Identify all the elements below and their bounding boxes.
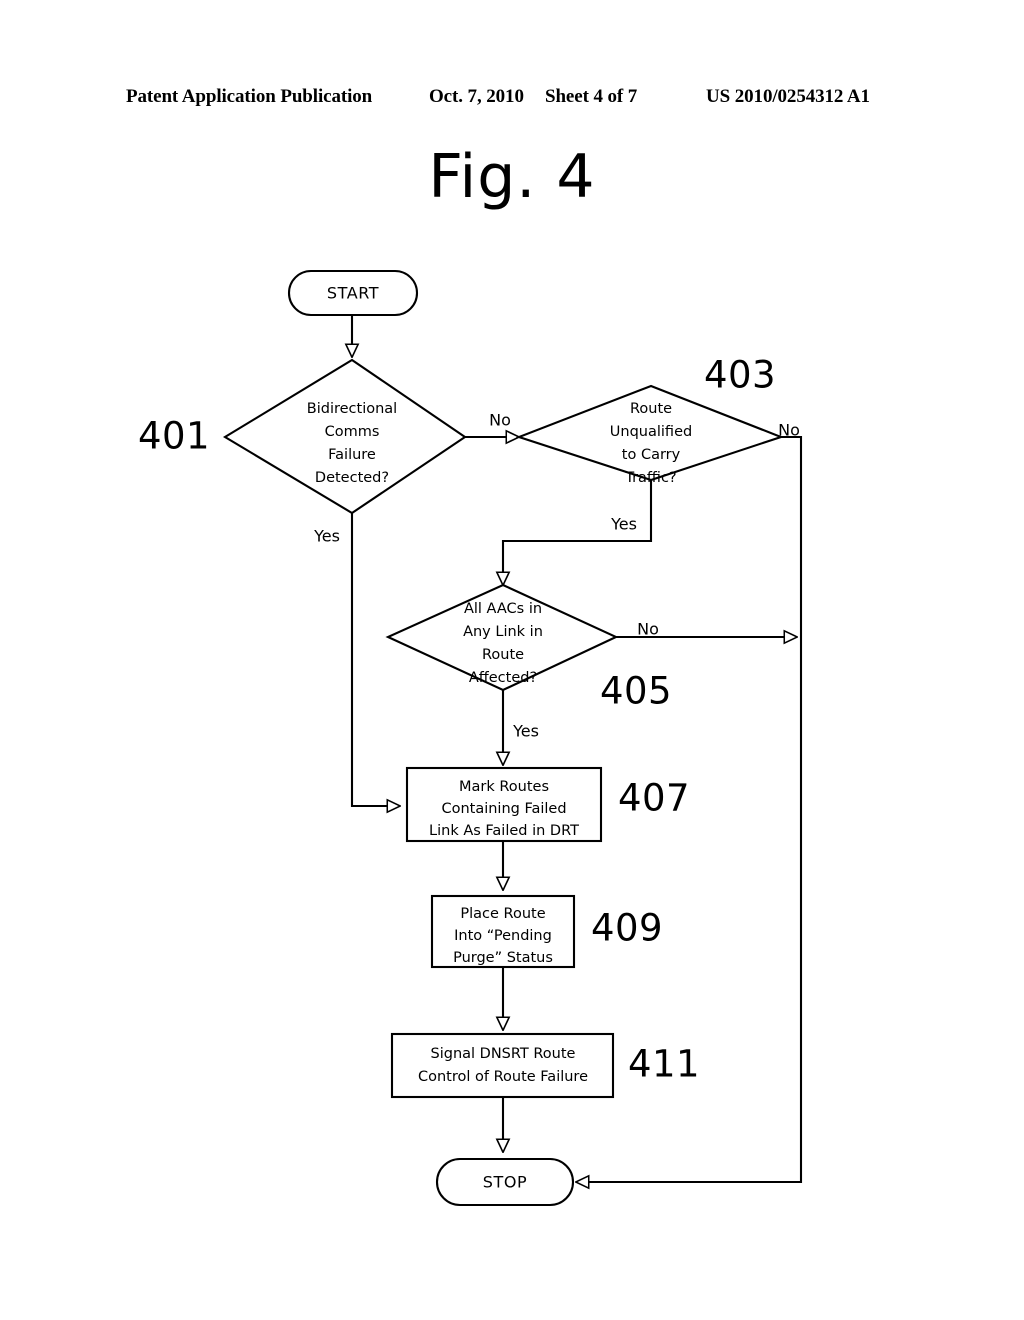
node-process-409: Place Route Into “Pending Purge” Status bbox=[430, 894, 576, 969]
ref-label-409: 409 bbox=[591, 907, 663, 950]
stop-label: STOP bbox=[483, 1173, 528, 1192]
process-411-line2: Control of Route Failure bbox=[418, 1069, 588, 1085]
process-409-line3: Purge” Status bbox=[453, 950, 553, 966]
node-start: START bbox=[287, 269, 419, 317]
decision-403-line3: to Carry bbox=[622, 447, 681, 463]
node-process-411: Signal DNSRT Route Control of Route Fail… bbox=[390, 1032, 615, 1099]
process-407-line1: Mark Routes bbox=[459, 779, 549, 795]
process-409-line1: Place Route bbox=[460, 906, 545, 922]
node-decision-401: Bidirectional Comms Failure Detected? bbox=[222, 358, 467, 515]
process-411-line1: Signal DNSRT Route bbox=[431, 1046, 576, 1062]
decision-405-line2: Any Link in bbox=[463, 624, 543, 640]
decision-401-line1: Bidirectional bbox=[307, 401, 397, 417]
node-decision-405: All AACs in Any Link in Route Affected? bbox=[385, 583, 619, 692]
edge-label-no-401-403: No bbox=[489, 411, 511, 430]
decision-401-line4: Detected? bbox=[315, 470, 389, 486]
ref-label-407: 407 bbox=[618, 777, 690, 820]
edge-label-no-403: No bbox=[778, 421, 800, 440]
start-label: START bbox=[327, 284, 379, 303]
process-407-line3: Link As Failed in DRT bbox=[429, 823, 579, 839]
process-407-line2: Containing Failed bbox=[441, 801, 566, 817]
decision-401-line2: Comms bbox=[325, 424, 380, 440]
edge-label-yes-403: Yes bbox=[610, 515, 637, 534]
ref-label-405: 405 bbox=[600, 670, 672, 713]
decision-403-line1: Route bbox=[630, 401, 672, 417]
patent-figure-page: Patent Application Publication Oct. 7, 2… bbox=[0, 0, 1024, 1320]
decision-403-line4: Traffic? bbox=[624, 470, 676, 486]
decision-405-line4: Affected? bbox=[469, 670, 537, 686]
decision-401-line3: Failure bbox=[328, 447, 376, 463]
decision-405-line3: Route bbox=[482, 647, 524, 663]
process-409-line2: Into “Pending bbox=[454, 928, 552, 944]
edge-label-no-405: No bbox=[637, 620, 659, 639]
flowchart: START Bidirectional Comms Failure Detect… bbox=[138, 269, 803, 1207]
decision-405-line1: All AACs in bbox=[464, 601, 542, 617]
node-stop: STOP bbox=[435, 1157, 575, 1207]
edge-label-yes-405: Yes bbox=[512, 722, 539, 741]
edge-label-yes-401: Yes bbox=[313, 527, 340, 546]
process-411-shape bbox=[390, 1032, 615, 1099]
decision-403-line2: Unqualified bbox=[610, 424, 692, 440]
connector-401-yes-to-407 bbox=[350, 513, 400, 806]
ref-label-411: 411 bbox=[628, 1043, 700, 1086]
node-decision-403: Route Unqualified to Carry Traffic? bbox=[515, 384, 785, 486]
ref-label-403: 403 bbox=[704, 354, 776, 397]
node-process-407: Mark Routes Containing Failed Link As Fa… bbox=[405, 766, 603, 843]
ref-label-401: 401 bbox=[138, 415, 210, 458]
